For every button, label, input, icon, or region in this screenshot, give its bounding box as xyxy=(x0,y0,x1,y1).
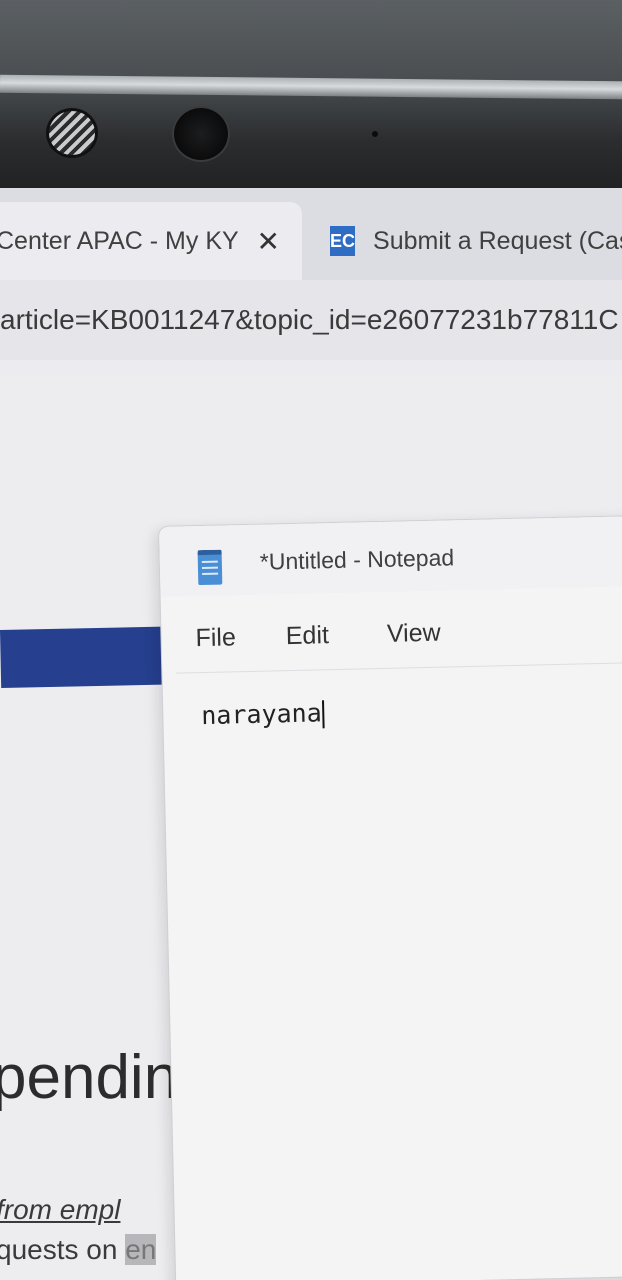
close-icon[interactable]: ✕ xyxy=(257,225,280,258)
notepad-icon xyxy=(197,549,223,586)
bezel-edge xyxy=(0,74,622,100)
tab-submit-request[interactable]: EC Submit a Request (Case xyxy=(330,202,622,280)
text-caret xyxy=(322,700,326,729)
laptop-bezel xyxy=(0,0,622,200)
webcam-lens xyxy=(172,106,230,162)
menu-bar: File Edit View xyxy=(161,598,622,669)
tab-title: Center APAC - My KY xyxy=(0,226,239,255)
menu-edit[interactable]: Edit xyxy=(285,621,329,651)
tab-title: Submit a Request (Case xyxy=(373,226,622,255)
window-title: *Untitled - Notepad xyxy=(259,544,455,575)
menu-file[interactable]: File xyxy=(195,623,236,653)
ambient-sensor xyxy=(372,131,378,137)
address-bar: article=KB0011247&topic_id=e26077231b778… xyxy=(0,280,622,376)
page-text-highlight: en xyxy=(125,1234,157,1265)
page-text-body: quests on xyxy=(0,1234,118,1265)
tab-bar: Center APAC - My KY ✕ EC Submit a Reques… xyxy=(0,188,622,280)
page-text: quests on en xyxy=(0,1234,157,1266)
ec-favicon-icon: EC xyxy=(330,226,356,256)
menu-view[interactable]: View xyxy=(387,618,441,648)
notepad-titlebar: *Untitled - Notepad xyxy=(159,516,622,597)
page-heading: pendin xyxy=(0,1043,179,1112)
webcam-shutter xyxy=(46,108,98,158)
page-link[interactable]: from empl xyxy=(0,1194,120,1226)
notepad-window: *Untitled - Notepad File Edit View naray… xyxy=(158,515,622,1280)
tab-kb-center[interactable]: Center APAC - My KY ✕ xyxy=(0,202,302,280)
text-editor[interactable]: narayana xyxy=(200,698,326,731)
screen: Center APAC - My KY ✕ EC Submit a Reques… xyxy=(0,188,622,1280)
url-input[interactable]: article=KB0011247&topic_id=e26077231b778… xyxy=(0,304,619,336)
editor-content: narayana xyxy=(200,698,323,731)
